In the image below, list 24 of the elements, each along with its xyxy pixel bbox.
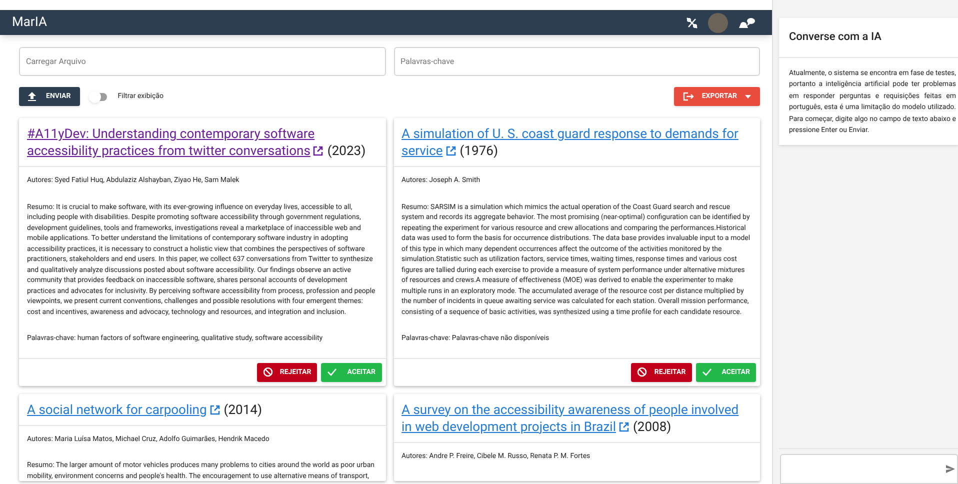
send-icon[interactable] [946,465,955,473]
filter-switch[interactable] [88,90,109,102]
check-icon [702,368,712,376]
export-icon [682,92,694,101]
paper-title-link[interactable]: A simulation of U. S. coast guard response to demands for service (1976) [402,126,752,160]
external-link-icon [446,146,456,156]
chat-bubbles-icon[interactable] [738,16,756,28]
percent-off-icon[interactable] [686,16,698,28]
paper-title-link[interactable]: A survey on the accessibility awareness of people involved in web development projects in Brazil (2008) [402,402,752,436]
prohibited-icon [637,367,648,377]
check-icon [327,368,338,376]
external-link-icon [618,422,629,432]
prohibited-icon [262,367,273,377]
paper-title-link[interactable]: #A11yDev: Understanding contemporary software accessibility practices from twitter conversations (2023) [27,126,378,160]
paper-title-link[interactable]: A social network for carpooling (2014) [27,402,378,418]
keywords-field[interactable]: Palavras-chave [394,47,760,76]
chat-title: Converse com a IA [779,18,958,58]
external-link-icon [313,146,324,156]
upload-field[interactable]: Carregar Arquivo [19,47,386,76]
external-link-icon [210,404,220,414]
chat-input[interactable] [780,454,958,484]
app-title: MarIA [12,14,47,32]
caret-icon [745,94,751,98]
upload-icon [28,92,36,101]
